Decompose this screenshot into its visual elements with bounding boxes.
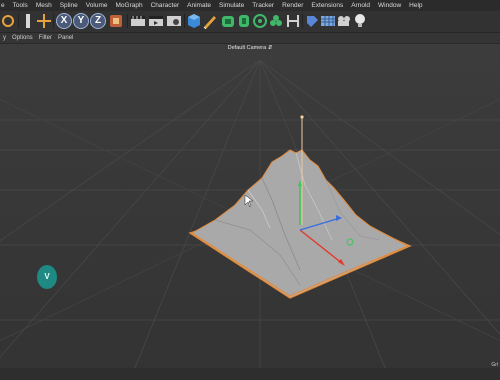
viewport-scene [0, 59, 500, 380]
render-view-icon[interactable] [130, 13, 146, 29]
menu-item-extensions[interactable]: Extensions [307, 2, 347, 9]
toolbar-divider [53, 14, 54, 28]
viewport-menu-panel[interactable]: Panel [55, 35, 76, 41]
main-toolbar: X Y Z [0, 11, 500, 33]
coordinate-system-icon[interactable] [108, 13, 124, 29]
menu-item-simulate[interactable]: Simulate [215, 2, 248, 9]
x-axis-lock-button[interactable]: X [56, 13, 72, 29]
menu-item-help[interactable]: Help [405, 2, 426, 9]
axis-origin-tip [300, 115, 304, 119]
move-tool-icon[interactable] [36, 13, 52, 29]
toolbar-divider [302, 14, 303, 28]
floor-grid-icon[interactable] [320, 13, 336, 29]
cube-primitive-icon[interactable] [186, 13, 202, 29]
deformer-icon[interactable] [268, 13, 284, 29]
light-icon[interactable] [352, 13, 368, 29]
live-selection-icon[interactable] [20, 13, 36, 29]
menu-item-mesh[interactable]: Mesh [32, 2, 56, 9]
menu-item-arnold[interactable]: Arnold [347, 2, 374, 9]
menu-item-spline[interactable]: Spline [56, 2, 82, 9]
viewport-menu-display[interactable]: y [0, 35, 9, 41]
perspective-viewport[interactable]: Default Camera ⇵ [0, 44, 500, 380]
bend-deformer-icon[interactable] [285, 13, 301, 29]
render-settings-icon[interactable] [166, 13, 182, 29]
toolbar-divider [127, 14, 128, 28]
toolbar-divider [18, 14, 19, 28]
camera-label[interactable]: Default Camera ⇵ [0, 45, 500, 51]
menu-item-character[interactable]: Character [147, 2, 184, 9]
subdivision-generator-icon[interactable] [220, 13, 236, 29]
render-to-picture-viewer-icon[interactable] [148, 13, 164, 29]
menu-item-tracker[interactable]: Tracker [248, 2, 278, 9]
menu-item-volume[interactable]: Volume [82, 2, 112, 9]
main-menu-bar: e Tools Mesh Spline Volume MoGraph Chara… [0, 0, 500, 11]
tag-icon[interactable] [304, 13, 320, 29]
view-badge[interactable]: V [37, 265, 57, 289]
menu-item-mograph[interactable]: MoGraph [111, 2, 146, 9]
camera-icon[interactable] [336, 13, 352, 29]
grid-spacing-label: Gri [491, 362, 498, 368]
viewport-menu-options[interactable]: Options [9, 35, 36, 41]
toolbar-divider [184, 14, 185, 28]
z-axis-lock-button[interactable]: Z [90, 13, 106, 29]
menu-item-render[interactable]: Render [278, 2, 307, 9]
viewport-menu-bar: y Options Filter Panel [0, 33, 500, 44]
cloner-icon[interactable] [236, 13, 252, 29]
menu-item-animate[interactable]: Animate [183, 2, 215, 9]
viewport-menu-filter[interactable]: Filter [36, 35, 55, 41]
rotate-tool-icon[interactable] [0, 13, 16, 29]
menu-item-window[interactable]: Window [374, 2, 405, 9]
timeline-ruler[interactable]: Gri [0, 362, 500, 380]
field-icon[interactable] [252, 13, 268, 29]
menu-item-edit[interactable]: e [0, 2, 9, 9]
menu-item-tools[interactable]: Tools [9, 2, 32, 9]
pen-spline-icon[interactable] [202, 13, 218, 29]
camera-dropdown-icon: ⇵ [266, 45, 273, 51]
y-axis-lock-button[interactable]: Y [73, 13, 89, 29]
